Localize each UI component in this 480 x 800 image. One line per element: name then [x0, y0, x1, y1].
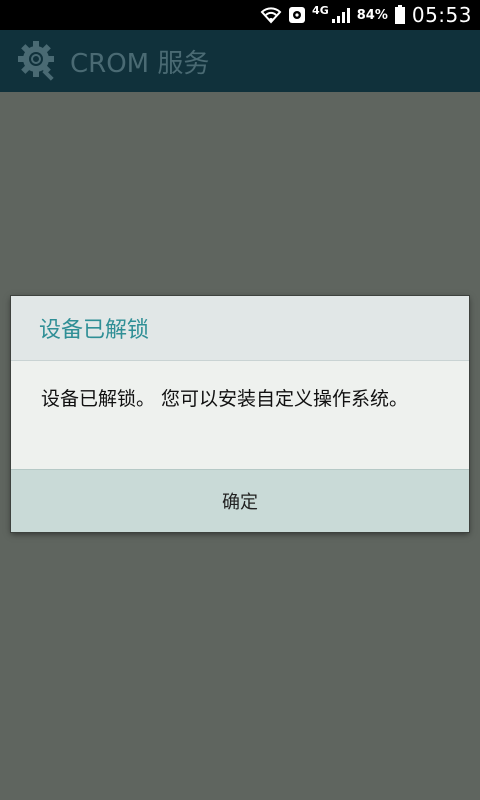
- wifi-icon: [260, 6, 282, 24]
- signal-icon: [331, 6, 351, 24]
- ok-button[interactable]: 确定: [11, 470, 469, 532]
- unlock-dialog: 设备已解锁 设备已解锁。 您可以安装自定义操作系统。 确定: [11, 296, 469, 532]
- location-icon: [288, 6, 306, 24]
- network-type-label: 4G: [312, 3, 329, 17]
- dialog-header: 设备已解锁: [11, 296, 469, 361]
- battery-percent: 84%: [356, 7, 388, 23]
- dialog-title: 设备已解锁: [39, 318, 150, 343]
- status-bar: 4G 84% 05:53: [0, 0, 480, 30]
- dialog-message: 设备已解锁。 您可以安装自定义操作系统。: [41, 388, 409, 410]
- action-bar: CROM 服务: [0, 30, 480, 92]
- clock: 05:53: [411, 3, 472, 27]
- app-title: CROM 服务: [70, 48, 210, 79]
- gear-magnifier-icon: [16, 39, 60, 83]
- dialog-footer: 确定: [11, 469, 469, 532]
- dialog-body: 设备已解锁。 您可以安装自定义操作系统。: [11, 361, 469, 471]
- battery-icon: [394, 5, 406, 25]
